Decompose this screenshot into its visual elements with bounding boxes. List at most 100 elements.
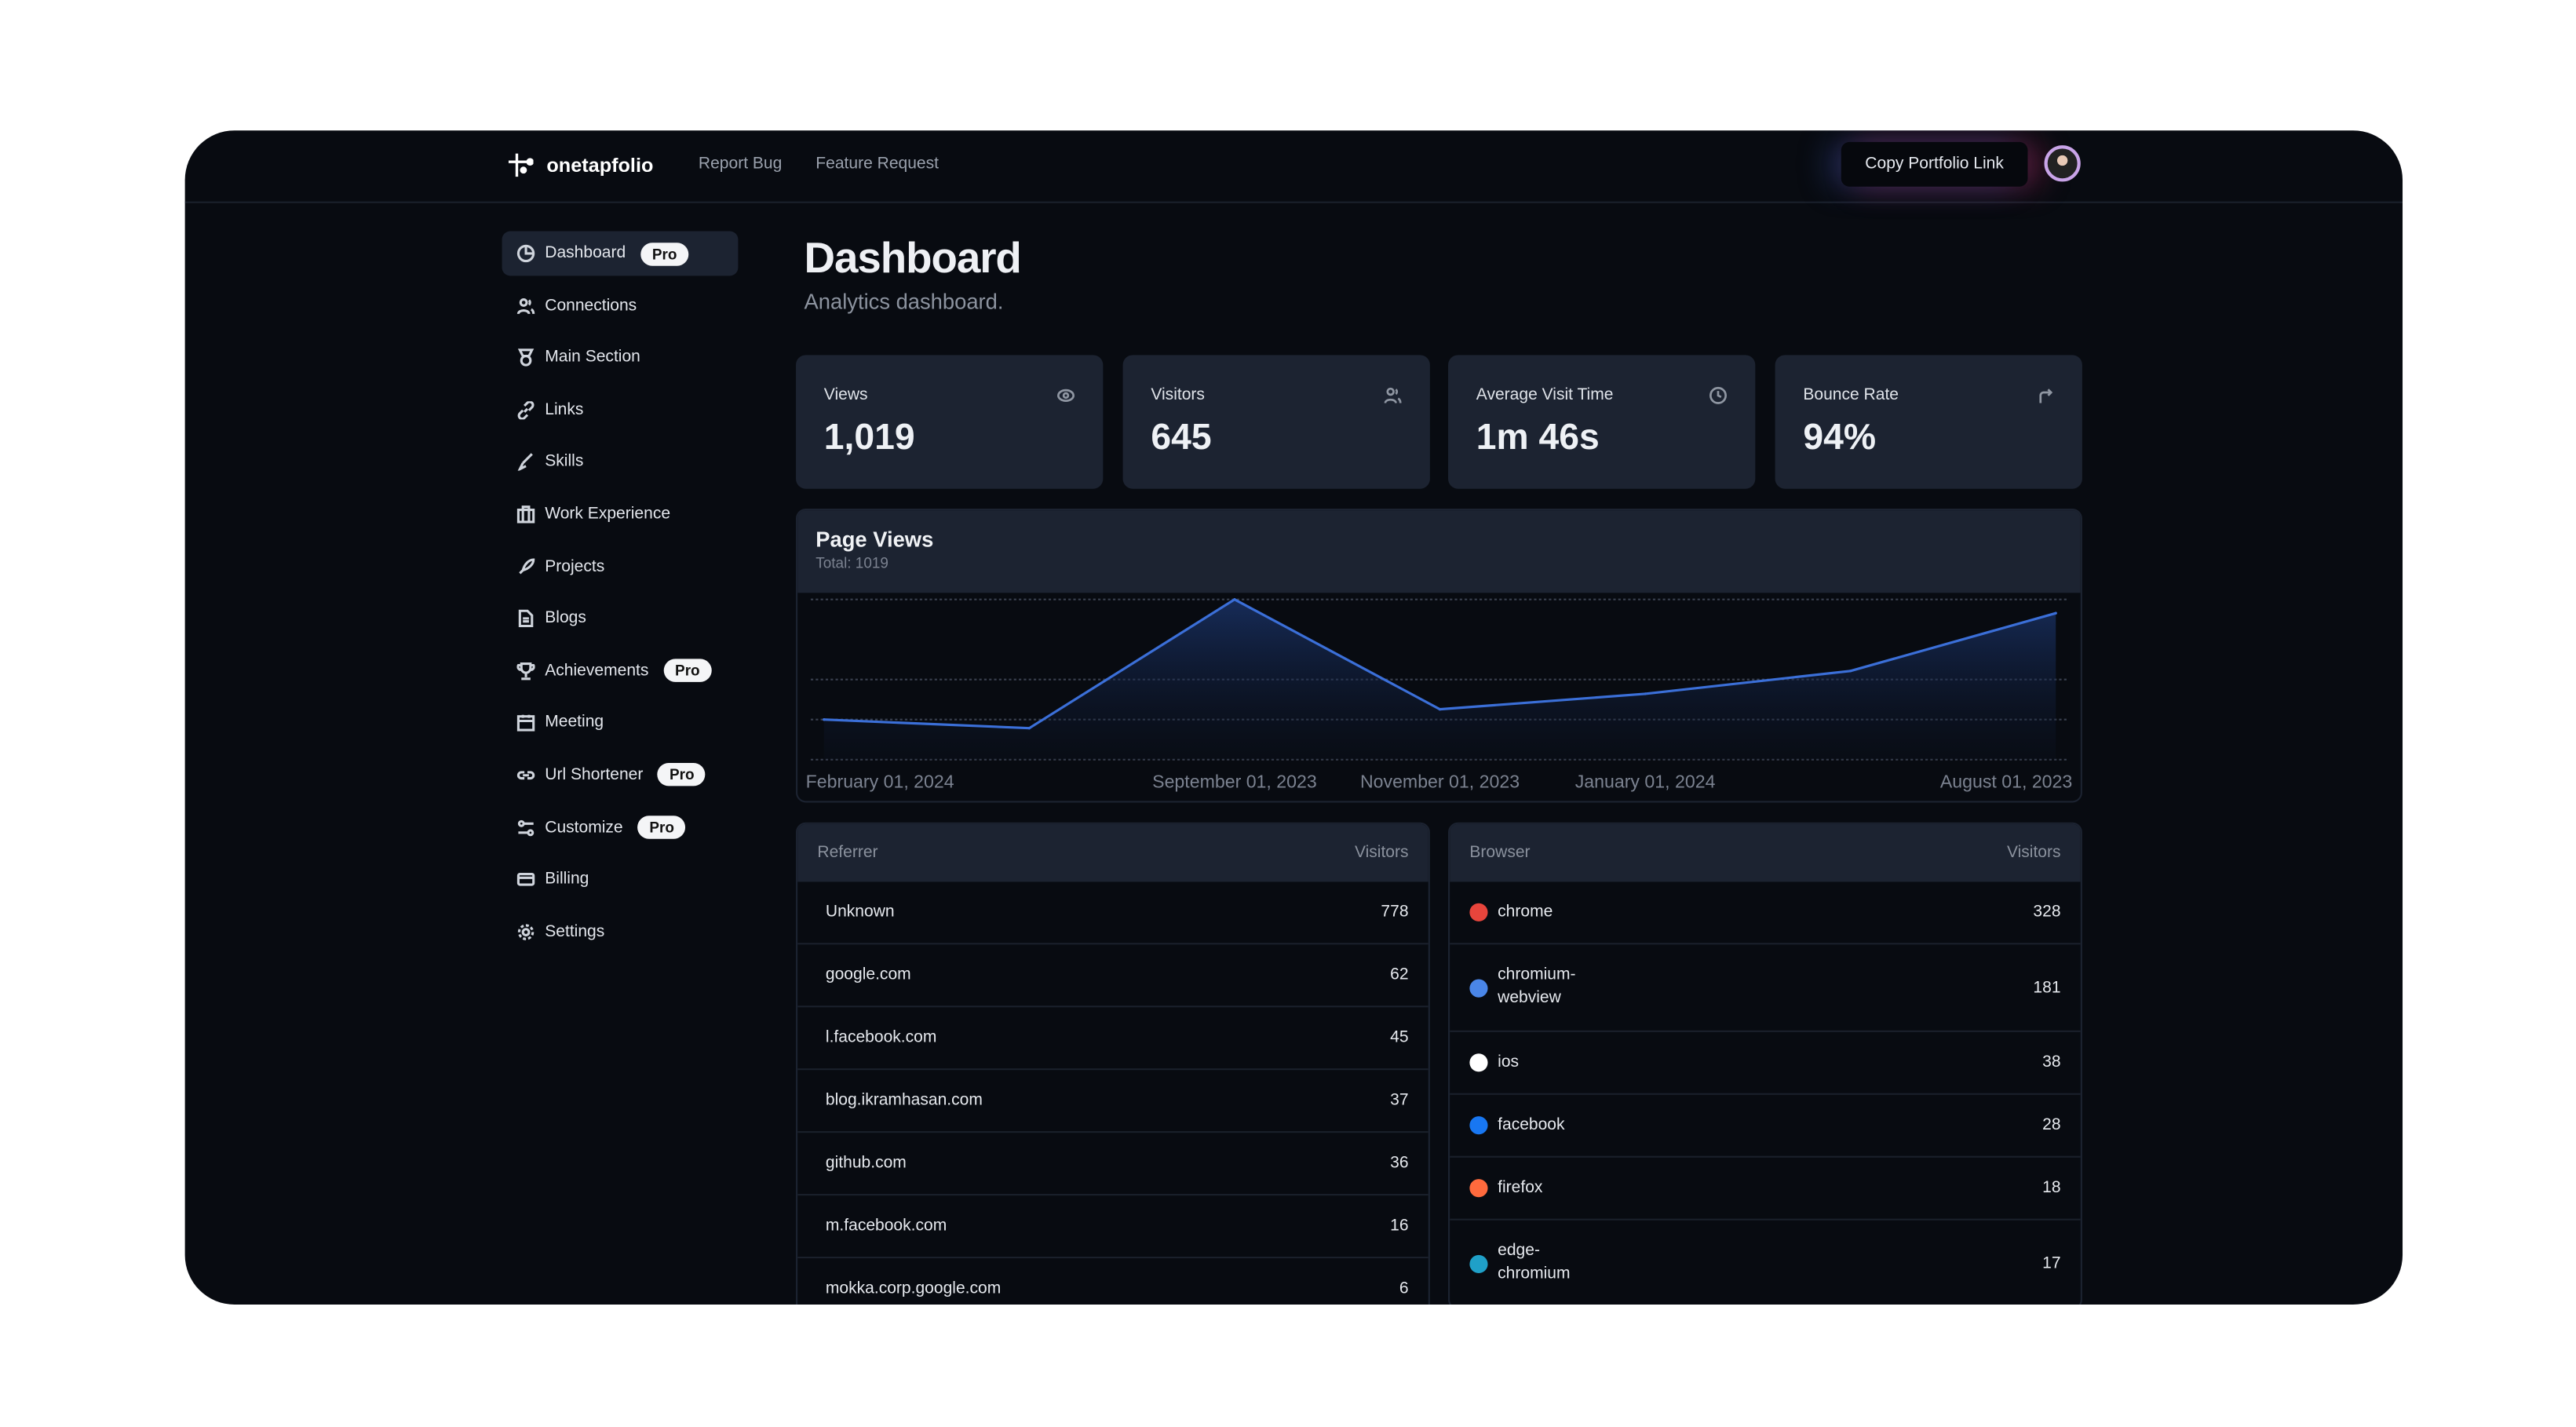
x-tick-label: January 01, 2024 (1575, 772, 1716, 792)
chromium-webview-browser-icon (1469, 978, 1488, 997)
browser-name: chromium-webview (1498, 965, 1576, 1008)
copy-portfolio-link-button[interactable]: Copy Portfolio Link (1841, 141, 2028, 187)
rocket-icon (519, 557, 535, 574)
feature-request-link[interactable]: Feature Request (815, 155, 939, 173)
browser-name: chrome (1498, 902, 1553, 921)
stat-label: Views (823, 386, 868, 405)
visitor-count: 181 (2033, 978, 2061, 997)
sidebar-item-work-experience[interactable]: Work Experience (502, 492, 739, 537)
report-bug-link[interactable]: Report Bug (699, 155, 782, 173)
sidebar-item-main-section[interactable]: Main Section (502, 335, 739, 380)
sidebar-item-projects[interactable]: Projects (502, 544, 739, 589)
visitor-count: 37 (1390, 1091, 1409, 1110)
data-point[interactable] (1438, 707, 1442, 711)
table-row[interactable]: facebook 28 (1450, 1095, 2081, 1158)
brush-icon (517, 454, 533, 472)
sidebar-item-label: Url Shortener (545, 766, 644, 785)
visitor-count: 778 (1381, 903, 1409, 922)
redirect-arrow-icon (2039, 389, 2053, 403)
sidebar-item-label: Projects (545, 557, 605, 576)
stat-value: 1m 46s (1476, 416, 1600, 458)
table-row[interactable]: ios 38 (1450, 1032, 2081, 1095)
pro-badge: Pro (640, 242, 689, 265)
data-point[interactable] (1848, 670, 1852, 673)
sidebar-item-customize[interactable]: Customize Pro (502, 805, 739, 850)
browser-name: facebook (1498, 1115, 1565, 1134)
data-point[interactable] (1233, 597, 1236, 601)
firefox-browser-icon (1469, 1179, 1488, 1198)
stat-value: 1,019 (823, 416, 915, 458)
referrer-name: m.facebook.com (825, 1217, 947, 1235)
referrer-name: github.com (825, 1154, 907, 1173)
gear-icon (517, 923, 535, 940)
sidebar-item-label: Connections (545, 296, 637, 315)
table-row[interactable]: m.facebook.com 16 (797, 1195, 1428, 1259)
table-row[interactable]: chrome 328 (1450, 881, 2081, 945)
referrer-name: mokka.corp.google.com (825, 1279, 1002, 1298)
eye-icon (1057, 389, 1075, 402)
pro-badge: Pro (663, 659, 712, 683)
x-tick-label: November 01, 2023 (1360, 772, 1520, 792)
data-point[interactable] (2054, 611, 2057, 615)
page-subtitle: Analytics dashboard. (804, 289, 1004, 314)
data-point[interactable] (1027, 726, 1031, 730)
table-row[interactable]: chromium-webview 181 (1450, 944, 2081, 1032)
sidebar-item-blogs[interactable]: Blogs (502, 597, 739, 641)
pro-badge: Pro (658, 763, 706, 787)
stat-card-views: Views 1,019 (796, 355, 1104, 489)
avatar[interactable] (2044, 145, 2081, 182)
table-row[interactable]: edge-chromium 17 (1450, 1221, 2081, 1305)
visitor-count: 328 (2033, 903, 2061, 922)
table-row[interactable]: mokka.corp.google.com 6 (797, 1258, 1428, 1305)
sidebar-item-label: Meeting (545, 714, 604, 732)
stat-card-bounce-rate: Bounce Rate 94% (1775, 355, 2082, 489)
data-point[interactable] (823, 718, 826, 721)
sidebar-item-label: Blogs (545, 609, 586, 628)
table-row[interactable]: google.com 62 (797, 944, 1428, 1008)
sidebar-item-dashboard[interactable]: Dashboard Pro (502, 231, 739, 276)
users-icon (516, 297, 535, 314)
browser-name: ios (1498, 1053, 1520, 1071)
sidebar-item-achievements[interactable]: Achievements Pro (502, 648, 739, 693)
chart-title: Page Views (815, 527, 934, 552)
visitor-count: 38 (2042, 1053, 2061, 1072)
file-text-icon (518, 610, 534, 628)
sidebar-item-label: Work Experience (545, 505, 671, 524)
facebook-browser-icon (1469, 1116, 1488, 1135)
sidebar-item-settings[interactable]: Settings (502, 910, 739, 954)
table-row[interactable]: firefox 18 (1450, 1158, 2081, 1221)
table-row[interactable]: github.com 36 (797, 1133, 1428, 1196)
sidebar-item-label: Dashboard (545, 244, 626, 263)
data-point[interactable] (1644, 692, 1647, 695)
link-icon (517, 400, 535, 419)
chrome-browser-icon (1469, 903, 1488, 922)
sidebar-item-connections[interactable]: Connections (502, 283, 739, 328)
visitor-count: 28 (2042, 1116, 2061, 1135)
table-row[interactable]: blog.ikramhasan.com 37 (797, 1070, 1428, 1133)
stat-card-average-visit-time: Average Visit Time 1m 46s (1448, 355, 1756, 489)
referrer-header: Referrer (817, 844, 878, 863)
sidebar-item-url-shortener[interactable]: Url Shortener Pro (502, 753, 739, 797)
table-row[interactable]: l.facebook.com 45 (797, 1007, 1428, 1071)
sidebar-item-skills[interactable]: Skills (502, 440, 739, 484)
visitor-count: 62 (1390, 965, 1409, 984)
stat-value: 94% (1803, 416, 1877, 458)
sidebar-item-links[interactable]: Links (502, 388, 739, 432)
sidebar-item-label: Billing (545, 870, 589, 889)
sidebar-item-meeting[interactable]: Meeting (502, 701, 739, 746)
sidebar-item-billing[interactable]: Billing (502, 857, 739, 902)
logo-icon (508, 153, 534, 177)
browser-name: firefox (1498, 1178, 1543, 1197)
table-row[interactable]: Unknown 778 (797, 881, 1428, 945)
sidebar-item-label: Achievements (545, 662, 649, 681)
referrer-name: blog.ikramhasan.com (825, 1091, 983, 1110)
x-tick-label: August 01, 2023 (1940, 772, 2072, 792)
sidebar-item-label: Links (545, 400, 584, 419)
page-title: Dashboard (804, 232, 1022, 283)
brand-name: onetapfolio (546, 153, 654, 177)
stat-label: Bounce Rate (1803, 386, 1899, 405)
sliders-icon (517, 819, 535, 836)
brand-logo[interactable]: onetapfolio (507, 152, 654, 179)
visitors-header: Visitors (2006, 844, 2061, 863)
top-nav: onetapfolio Report Bug Feature Request C… (184, 130, 2403, 203)
